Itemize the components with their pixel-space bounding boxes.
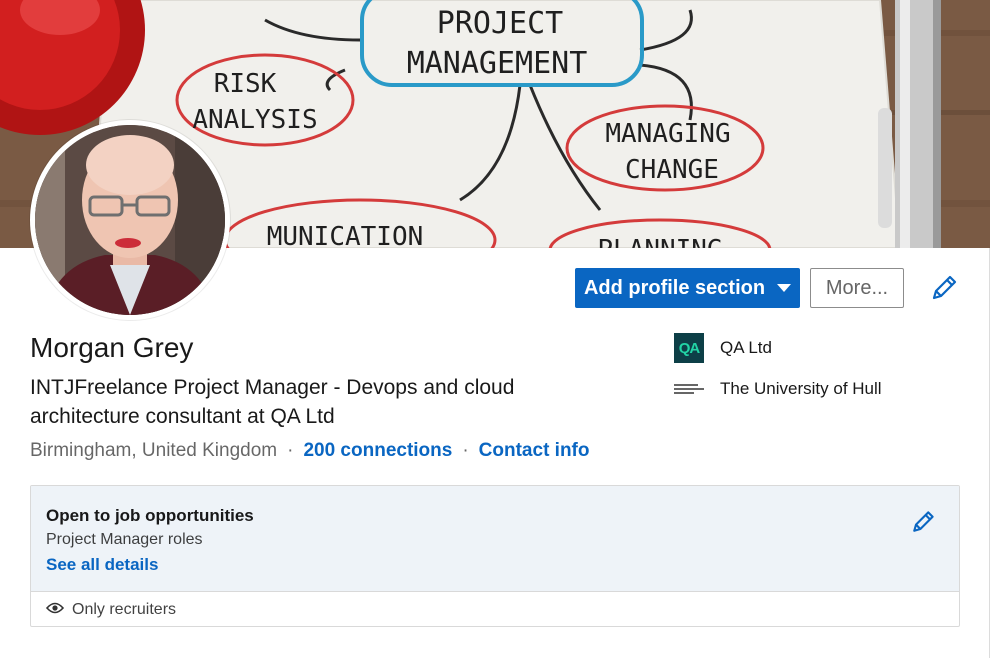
edit-intro-pencil-icon[interactable] <box>928 272 960 304</box>
university-hull-logo <box>674 376 704 402</box>
qa-ltd-logo: QA <box>674 333 704 363</box>
education-school[interactable]: The University of Hull <box>674 376 882 402</box>
cover-text-management: MANAGEMENT <box>407 46 588 81</box>
cover-text-risk: RISK <box>214 69 277 99</box>
connections-link[interactable]: 200 connections <box>303 440 452 462</box>
visibility-row: Only recruiters <box>31 592 959 626</box>
edit-open-to-work-pencil-icon[interactable] <box>909 508 937 536</box>
contact-info-link[interactable]: Contact info <box>479 440 590 462</box>
open-to-work-roles: Project Manager roles <box>46 531 203 548</box>
open-to-work-card: Open to job opportunities Project Manage… <box>30 485 960 627</box>
company-name: QA Ltd <box>720 338 772 357</box>
school-name: The University of Hull <box>720 379 882 398</box>
separator-dot-2: · <box>462 440 469 461</box>
cover-text-project: PROJECT <box>437 6 563 41</box>
profile-card: PROJECT MANAGEMENT RISK ANALYSIS MANAGIN… <box>0 0 990 658</box>
add-profile-section-label: Add profile section <box>583 276 766 299</box>
caret-down-icon <box>777 284 792 292</box>
avatar-photo <box>35 125 225 315</box>
profile-location: Birmingham, United Kingdom <box>30 440 278 461</box>
eye-icon <box>45 601 65 620</box>
visibility-label: Only recruiters <box>72 601 177 618</box>
profile-avatar[interactable] <box>30 120 230 320</box>
more-button[interactable]: More... <box>810 268 904 308</box>
profile-name: Morgan Grey <box>30 332 194 363</box>
see-all-details-link[interactable]: See all details <box>46 555 158 575</box>
cover-text-managing: MANAGING <box>605 119 730 149</box>
add-profile-section-button[interactable]: Add profile section <box>575 268 800 308</box>
open-to-work-title: Open to job opportunities <box>46 506 254 525</box>
profile-meta-row: Birmingham, United Kingdom · 200 connect… <box>30 440 590 462</box>
more-button-label: More... <box>825 276 889 299</box>
profile-headline: INTJFreelance Project Manager - Devops a… <box>30 376 515 428</box>
separator-dot: · <box>287 440 294 461</box>
cover-text-communication: MUNICATION <box>267 222 424 248</box>
cover-text-planning: PLANNING <box>597 235 722 248</box>
cover-text-change: CHANGE <box>625 155 719 185</box>
current-company[interactable]: QA QA Ltd <box>674 333 772 363</box>
open-to-work-content: Open to job opportunities Project Manage… <box>31 486 959 592</box>
cover-text-analysis: ANALYSIS <box>192 105 317 135</box>
